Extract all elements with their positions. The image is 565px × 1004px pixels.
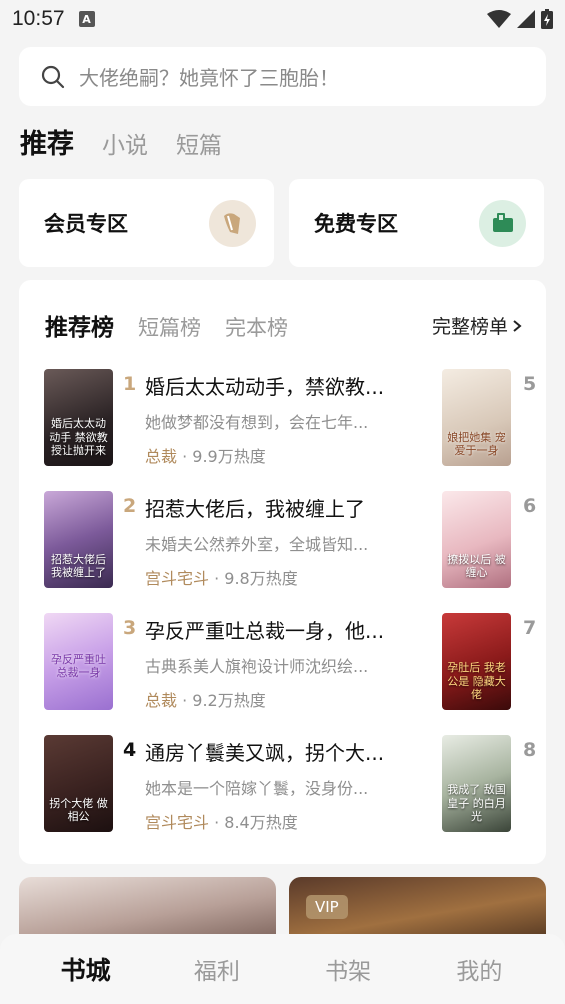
book-cover[interactable]: 孕反严重吐总裁一身 [44,613,113,710]
book-desc: 未婚夫公然养外室，全城皆知... [145,535,369,554]
status-bar: 10:57 A [0,0,565,38]
tab-recommend-rank[interactable]: 推荐榜 [45,308,114,342]
side-book[interactable]: 我成了 敌国皇子 的白月光 8 [442,735,536,832]
book-info: 通房丫鬟美又飒，拐个大... 她本是一个陪嫁丫鬟，没身份... 宫斗宅斗 · 8… [145,735,409,833]
wifi-icon [487,10,511,28]
nav-bookshelf[interactable]: 书架 [298,952,398,986]
book-title: 婚后太太动动手，禁欲教... [145,375,385,399]
cover-title: 招惹大佬后 我被缠上了 [51,552,106,580]
cover-title: 我成了 敌国皇子 的白月光 [447,782,506,824]
rank-number: 5 [523,373,537,395]
tab-recommend[interactable]: 推荐 [20,122,74,161]
search-input[interactable]: 大佬绝嗣？她竟怀了三胞胎！ [79,62,339,91]
book-title: 孕反严重吐总裁一身，他... [145,619,385,643]
book-cover[interactable]: 撩拨以后 被缠心 [442,491,511,588]
vip-zone-label: 会员专区 [44,212,128,236]
book-category: 总裁 [145,691,178,710]
book-heat: · 9.9万热度 [182,447,266,466]
full-list-label: 完整榜单 [431,316,508,338]
side-book[interactable]: 撩拨以后 被缠心 6 [442,491,536,588]
book-title: 通房丫鬟美又飒，拐个大... [145,741,385,765]
book-cover[interactable]: 孕肚后 我老公是 隐藏大佬 [442,613,511,710]
book-row[interactable]: 孕反严重吐总裁一身 3 孕反严重吐总裁一身，他... 古典系美人旗袍设计师沈织绘… [44,613,409,711]
category-tabs: 推荐 小说 短篇 [20,122,222,161]
book-desc: 她做梦都没有想到，会在七年... [145,413,369,432]
status-icons [487,9,553,29]
cover-title: 娘把她集 宠爱于一身 [447,430,506,458]
book-heat: · 8.4万热度 [214,813,298,832]
book-heat: · 9.8万热度 [214,569,298,588]
book-category: 宫斗宅斗 [145,813,210,832]
cover-title: 婚后太太动动手 禁欲教授让抛开来 [49,416,108,458]
book-cover[interactable]: 拐个大佬 做相公 [44,735,113,832]
tab-novel[interactable]: 小说 [102,126,148,160]
nav-bookstore[interactable]: 书城 [36,951,136,987]
rank-number: 3 [123,617,137,639]
battery-icon [541,9,553,29]
vip-zone-card[interactable]: 会员专区 [19,179,274,267]
book-category: 宫斗宅斗 [145,569,210,588]
search-icon [41,65,65,88]
book-title: 招惹大佬后，我被缠上了 [145,497,365,521]
book-heat: · 9.2万热度 [182,691,266,710]
cover-title: 孕肚后 我老公是 隐藏大佬 [447,660,506,702]
book-row[interactable]: 招惹大佬后 我被缠上了 2 招惹大佬后，我被缠上了 未婚夫公然养外室，全城皆知.… [44,491,409,589]
cover-title: 撩拨以后 被缠心 [447,552,506,580]
book-cover[interactable]: 我成了 敌国皇子 的白月光 [442,735,511,832]
rank-number: 8 [523,739,537,761]
free-zone-label: 免费专区 [314,212,398,236]
tab-short-rank[interactable]: 短篇榜 [138,312,201,342]
ranking-tabs: 推荐榜 短篇榜 完本榜 [45,308,288,342]
tab-short[interactable]: 短篇 [176,126,222,160]
book-info: 招惹大佬后，我被缠上了 未婚夫公然养外室，全城皆知... 宫斗宅斗 · 9.8万… [145,491,409,589]
rank-number: 1 [123,373,137,395]
book-row[interactable]: 婚后太太动动手 禁欲教授让抛开来 1 婚后太太动动手，禁欲教... 她做梦都没有… [44,369,409,467]
cover-title: 拐个大佬 做相公 [49,796,108,824]
book-meta: 总裁 · 9.9万热度 [145,443,409,467]
book-meta: 总裁 · 9.2万热度 [145,687,409,711]
side-book[interactable]: 娘把她集 宠爱于一身 5 [442,369,536,466]
book-row[interactable]: 拐个大佬 做相公 4 通房丫鬟美又飒，拐个大... 她本是一个陪嫁丫鬟，没身份.… [44,735,409,833]
vip-scroll-icon [209,199,256,247]
signal-icon [517,10,535,28]
book-cover[interactable]: 娘把她集 宠爱于一身 [442,369,511,466]
rank-number: 2 [123,495,137,517]
tab-complete-rank[interactable]: 完本榜 [225,312,288,342]
rank-number: 7 [523,617,537,639]
bottom-nav: 书城 福利 书架 我的 [0,934,565,1004]
status-time: 10:57 [12,7,65,30]
rank-number: 6 [523,495,537,517]
book-info: 婚后太太动动手，禁欲教... 她做梦都没有想到，会在七年... 总裁 · 9.9… [145,369,409,467]
search-bar[interactable]: 大佬绝嗣？她竟怀了三胞胎！ [19,47,546,106]
book-info: 孕反严重吐总裁一身，他... 古典系美人旗袍设计师沈织绘... 总裁 · 9.2… [145,613,409,711]
chevron-right-icon [513,319,522,332]
cover-title: 孕反严重吐总裁一身 [51,652,106,680]
book-cover[interactable]: 婚后太太动动手 禁欲教授让抛开来 [44,369,113,466]
nav-profile[interactable]: 我的 [429,952,529,986]
free-book-icon [479,199,526,247]
rank-number: 4 [123,739,137,761]
side-book[interactable]: 孕肚后 我老公是 隐藏大佬 7 [442,613,536,710]
full-list-link[interactable]: 完整榜单 [432,312,522,339]
vip-badge: VIP [306,895,348,919]
book-category: 总裁 [145,447,178,466]
book-cover[interactable]: 招惹大佬后 我被缠上了 [44,491,113,588]
free-zone-card[interactable]: 免费专区 [289,179,544,267]
book-meta: 宫斗宅斗 · 9.8万热度 [145,565,409,589]
book-desc: 古典系美人旗袍设计师沈织绘... [145,657,369,676]
ranking-card: 推荐榜 短篇榜 完本榜 完整榜单 婚后太太动动手 禁欲教授让抛开来 1 婚后太太… [19,280,546,864]
notification-icon: A [78,11,95,27]
book-desc: 她本是一个陪嫁丫鬟，没身份... [145,779,369,798]
nav-welfare[interactable]: 福利 [167,952,267,986]
book-meta: 宫斗宅斗 · 8.4万热度 [145,809,409,833]
